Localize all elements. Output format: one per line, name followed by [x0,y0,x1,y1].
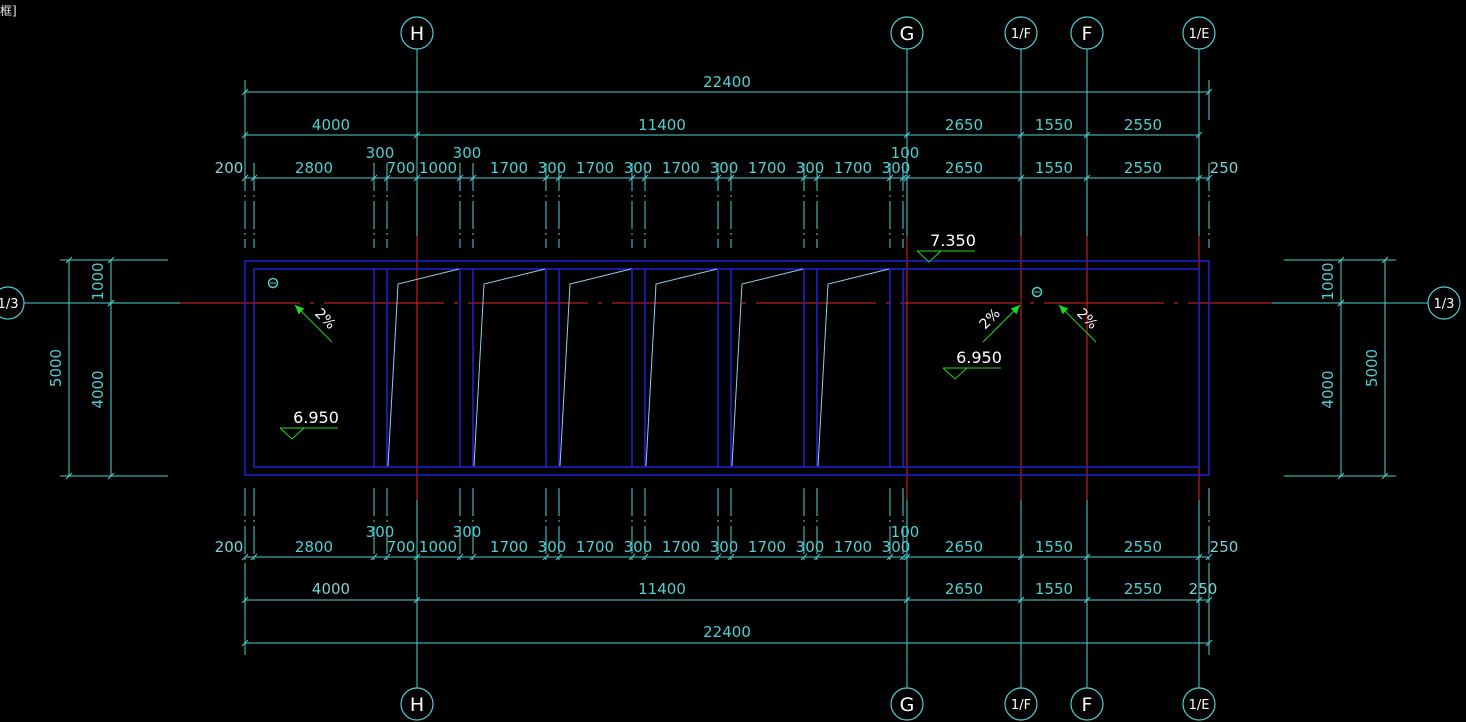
bottom-detail-dim-label: 300 [796,538,825,556]
right-inner-dim-label: 4000 [1319,370,1337,408]
right-inner-dim-label: 1000 [1319,262,1337,300]
axis-bubble-top-label: 1/E [1189,27,1210,42]
top-main-dim-label: 11400 [638,116,686,134]
sloped-panel [817,268,890,467]
bottom-detail-dim-label: 300 [538,538,567,556]
top-detail-dim-label: 1700 [490,159,528,177]
axis-bubble-right-label: 1/3 [1434,297,1455,312]
bottom-detail-dim-label: 250 [1210,538,1239,556]
bottom-detail-dim-label: 1700 [834,538,872,556]
axis-bubble-top-label: F [1082,23,1093,45]
top-detail-dim-label: 200 [215,159,244,177]
top-detail-dim-label: 300 [453,144,482,162]
axis-layer [24,48,1428,688]
bottom-detail-dim-label: 300 [453,523,482,541]
axis-bubble-bottom-label: F [1082,694,1093,716]
bottom-main-dim-label: 2650 [945,580,983,598]
axis-bubble-top-label: G [900,23,915,45]
left-inner-dim-label: 1000 [89,262,107,300]
sloped-panel [731,268,804,467]
sloped-panel [387,268,460,467]
bottom-detail-dim-label: 300 [710,538,739,556]
top-main-dim-label: 2550 [1124,116,1162,134]
left-inner-dim-label: 4000 [89,370,107,408]
slope-mid-text: 2% [977,306,1004,333]
top-main-dim-label: 4000 [312,116,350,134]
elevation-7350-text: 7.350 [930,231,976,250]
slope-left-text: 2% [311,306,338,333]
bottom-total-dim-label: 22400 [703,623,751,641]
bottom-detail-dim-label: 300 [624,538,653,556]
top-detail-dim-label: 300 [624,159,653,177]
annotation-layer: 7.350 6.950 6.950 2% 2% 2% [267,231,1100,440]
top-detail-dim-label: 100 [891,144,920,162]
top-detail-dim-label: 2550 [1124,159,1162,177]
top-detail-dim-label: 1700 [576,159,614,177]
bottom-detail-dim-label: 700 [387,538,416,556]
elevation-6950-left-text: 6.950 [293,408,339,427]
bottom-detail-dim-label: 2550 [1124,538,1162,556]
dimension-layer: 224004000 11400 2650 1550 2550200 2800300700 1… [47,73,1396,655]
bottom-detail-dim-label: 1700 [576,538,614,556]
bottom-main-dim-label: 2550 [1124,580,1162,598]
top-detail-dim-label: 2800 [295,159,333,177]
top-detail-dim-label: 300 [538,159,567,177]
bottom-detail-dim-label: 100 [891,523,920,541]
axis-bubble-left-label: 1/3 [0,297,18,312]
bottom-main-dim-label: 250 [1189,580,1218,598]
top-main-dim-label: 2650 [945,116,983,134]
sloped-panel [473,268,546,467]
top-detail-dim-label: 300 [710,159,739,177]
bottom-main-dim-label: 1550 [1035,580,1073,598]
bottom-main-dim-label: 4000 [312,580,350,598]
axis-bubble-bottom-label: H [410,694,424,716]
elevation-6950-right-text: 6.950 [956,348,1002,367]
top-detail-dim-label: 700 [387,159,416,177]
axis-bubble-layer: H G 1/F F 1/E H G 1/F F 1/E 1/3 1/3 [0,16,1461,721]
top-detail-dim-label: 1550 [1035,159,1073,177]
top-detail-dim-label: 1700 [662,159,700,177]
top-detail-dim-label: 1000 [419,159,457,177]
bottom-detail-dim-label: 1700 [490,538,528,556]
top-detail-dim-label: 1700 [834,159,872,177]
cad-drawing[interactable]: 224004000 11400 2650 1550 2550200 2800300700 1… [0,0,1466,722]
top-detail-dim-label: 2650 [945,159,983,177]
axis-bubble-top-label: H [410,23,424,45]
top-detail-dim-label: 300 [796,159,825,177]
bottom-detail-dim-label: 1700 [662,538,700,556]
slope-right-text: 2% [1073,306,1100,333]
bottom-detail-dim-label: 1000 [419,538,457,556]
bottom-detail-dim-label: 200 [215,538,244,556]
bottom-detail-dim-label: 2650 [945,538,983,556]
sloped-panel [559,268,632,467]
plan-outline-layer [244,260,1210,476]
top-detail-dim-label: 1700 [748,159,786,177]
elevation-6950-left-triangle [279,427,305,440]
axis-bubble-bottom-label: G [900,694,915,716]
right-outer-dim-label: 5000 [1363,349,1381,387]
top-total-dim-label: 22400 [703,73,751,91]
slab-inner-edge [253,268,1200,468]
elevation-6950-right-triangle [942,367,968,380]
axis-bubble-bottom-label: 1/E [1189,698,1210,713]
bottom-detail-dim-label: 1550 [1035,538,1073,556]
axis-bubble-top-label: 1/F [1011,27,1031,42]
bottom-detail-dim-label: 2800 [295,538,333,556]
top-main-dim-label: 1550 [1035,116,1073,134]
sloped-panel [645,268,718,467]
bottom-main-dim-label: 11400 [638,580,686,598]
axis-bubble-bottom-label: 1/F [1011,698,1031,713]
top-detail-dim-label: 250 [1210,159,1239,177]
left-outer-dim-label: 5000 [47,349,65,387]
bottom-detail-dim-label: 1700 [748,538,786,556]
